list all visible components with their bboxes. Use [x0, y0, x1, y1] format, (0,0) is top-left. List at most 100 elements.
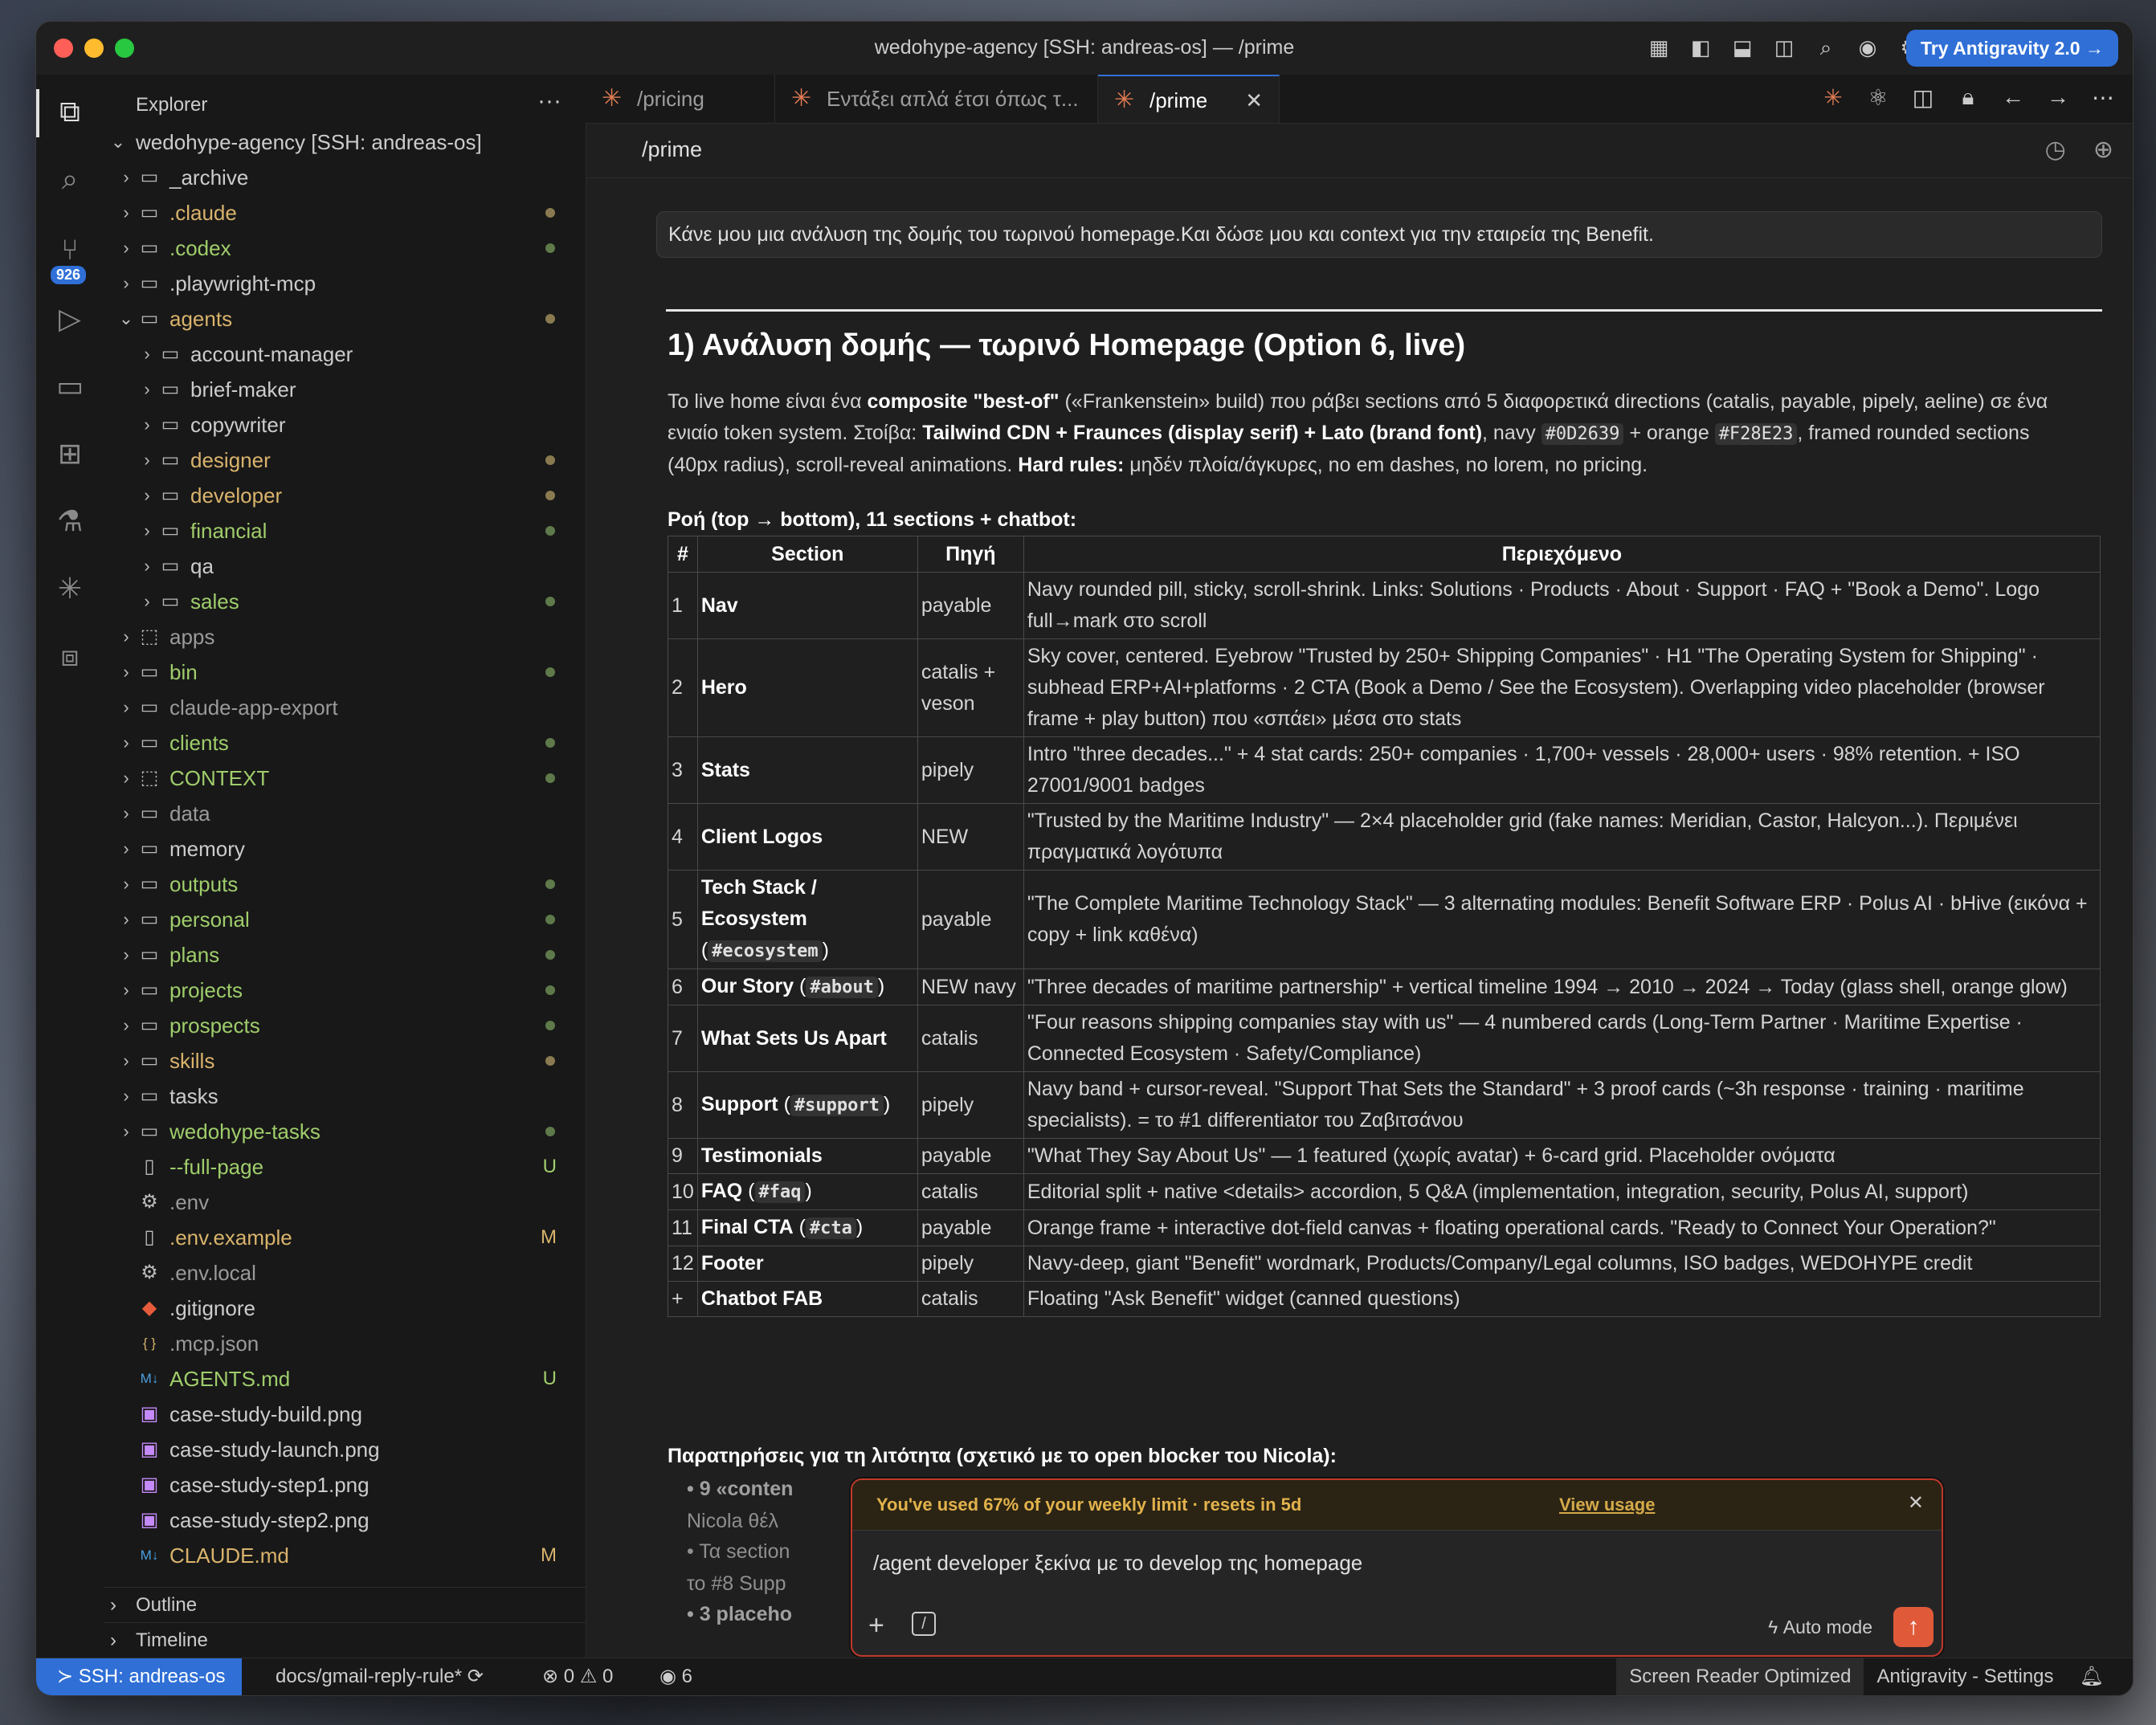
auto-mode-button[interactable]: ϟ Auto mode — [1768, 1617, 1872, 1638]
send-button[interactable]: ↑ — [1893, 1607, 1933, 1647]
explorer-sidebar: Explorer ··· ⌄ wedohype-agency [SSH: and… — [104, 75, 586, 1658]
tree-item[interactable]: ⚙ .env.local — [104, 1255, 586, 1291]
tree-item[interactable]: M↓ AGENTS.md U — [104, 1361, 586, 1397]
tree-item[interactable]: › ▭ prospects — [104, 1008, 586, 1043]
explorer-icon[interactable]: ⧉ — [52, 94, 88, 129]
settings-status[interactable]: Antigravity - Settings — [1864, 1658, 2066, 1695]
more-actions-icon[interactable]: ··· — [537, 88, 561, 115]
explorer-title: Explorer — [136, 94, 208, 116]
toggle-sidebar-icon[interactable]: ◧ — [1688, 35, 1713, 60]
slash-command-icon[interactable]: / — [912, 1612, 936, 1636]
tree-item[interactable]: › ▭ developer — [104, 478, 586, 513]
tree-item[interactable]: › ▭ designer — [104, 442, 586, 478]
tree-item[interactable]: › ▭ .claude — [104, 195, 586, 230]
tree-item[interactable]: ▣ case-study-build.png — [104, 1397, 586, 1432]
tree-item[interactable]: › ▭ sales — [104, 584, 586, 619]
tree-item[interactable]: › ▭ account-manager — [104, 336, 586, 372]
chat-input[interactable]: /agent developer ξεκίνα με το develop τη… — [852, 1530, 1942, 1601]
tree-item[interactable]: › ▭ brief-maker — [104, 372, 586, 407]
tree-item[interactable]: › ⬚ apps — [104, 619, 586, 655]
tree-item[interactable]: ⚙ .env — [104, 1185, 586, 1220]
claude-icon[interactable]: ✳ — [1819, 84, 1847, 111]
tree-item[interactable]: ▯ .env.example M — [104, 1220, 586, 1255]
tree-item[interactable]: ▣ case-study-step1.png — [104, 1467, 586, 1503]
testing-icon[interactable]: ⚗ — [52, 504, 88, 539]
split-editor-icon[interactable]: ◫ — [1909, 84, 1937, 111]
tree-item[interactable]: › ▭ data — [104, 796, 586, 831]
tree-item[interactable]: › ▭ tasks — [104, 1079, 586, 1114]
bell-icon[interactable]: 🔔︎ — [2067, 1658, 2117, 1695]
tree-item[interactable]: › ▭ personal — [104, 902, 586, 937]
timeline-section[interactable]: › Timeline — [104, 1622, 586, 1658]
table-row: 10 FAQ (#faq) catalis Editorial split + nat… — [668, 1173, 2101, 1210]
chrome-icon[interactable]: ◉ — [1855, 35, 1880, 60]
toggle-panel-icon[interactable]: ⬓ — [1729, 35, 1755, 60]
row-section: Client Logos — [696, 803, 918, 871]
tree-item[interactable]: › ▭ .playwright-mcp — [104, 266, 586, 301]
search-icon[interactable]: ⌕ — [1813, 35, 1839, 60]
tree-item[interactable]: ▣ case-study-launch.png — [104, 1432, 586, 1467]
tab-conversation[interactable]: ✳ Εντάξει απλά έτσι όπως τ... — [775, 75, 1098, 123]
lock-icon[interactable]: 🔒︎ — [1954, 84, 1982, 111]
view-usage-link[interactable]: View usage — [1559, 1495, 1655, 1515]
tree-item[interactable]: › ▭ _archive — [104, 160, 586, 195]
tab-pricing[interactable]: ✳ /pricing — [586, 75, 775, 123]
tab-prime[interactable]: ✳ /prime ✕ — [1098, 75, 1280, 123]
tree-item[interactable]: › ▭ plans — [104, 937, 586, 973]
tree-item[interactable]: ◆ .gitignore — [104, 1291, 586, 1326]
section-heading: 1) Ανάλυση δομής — τωρινό Homepage (Opti… — [668, 328, 1466, 362]
tree-item[interactable]: › ⬚ CONTEXT — [104, 761, 586, 796]
close-icon[interactable]: ✕ — [1908, 1491, 1924, 1515]
git-branch[interactable]: docs/gmail-reply-rule* ⟳ — [276, 1658, 484, 1695]
row-number: 3 — [668, 736, 698, 804]
remote-explorer-icon[interactable]: ▭ — [52, 369, 88, 404]
more-icon[interactable]: ⋯ — [2089, 84, 2117, 111]
claude-icon[interactable]: ✳ — [52, 571, 88, 606]
toggle-secondary-sidebar-icon[interactable]: ◫ — [1771, 35, 1797, 60]
problems-indicator[interactable]: ⊗ 0 ⚠ 0 — [542, 1658, 613, 1695]
new-chat-icon[interactable]: ⊕ — [2093, 136, 2113, 164]
tree-item[interactable]: › ▭ copywriter — [104, 407, 586, 442]
tree-item[interactable]: › ▭ qa — [104, 548, 586, 584]
tree-item[interactable]: M↓ CLAUDE.md M — [104, 1538, 586, 1573]
try-antigravity-button[interactable]: Try Antigravity 2.0 → — [1906, 30, 2118, 67]
tab-actions: ✳ ⚛ ◫ 🔒︎ ← → ⋯ — [1819, 84, 2117, 111]
forward-arrow-icon[interactable]: → — [2044, 84, 2072, 111]
openai-icon[interactable]: ⚛ — [1864, 84, 1892, 111]
tree-item[interactable]: ▣ case-study-step2.png — [104, 1503, 586, 1538]
folder-icon: ▭ — [140, 979, 159, 1001]
tree-item[interactable]: › ▭ bin — [104, 655, 586, 690]
run-debug-icon[interactable]: ▷ — [52, 301, 88, 336]
tree-item-label: bin — [169, 660, 198, 684]
tree-item[interactable]: › ▭ wedohype-tasks — [104, 1114, 586, 1149]
tree-item[interactable]: › ▭ memory — [104, 831, 586, 867]
plus-icon[interactable]: + — [868, 1610, 884, 1641]
outline-section[interactable]: › Outline — [104, 1587, 586, 1623]
extensions-icon[interactable]: ⊞ — [52, 436, 88, 471]
search-icon[interactable]: ⌕ — [52, 161, 88, 197]
tree-item[interactable]: › ▭ .codex — [104, 230, 586, 266]
tree-root[interactable]: ⌄ wedohype-agency [SSH: andreas-os] — [104, 124, 586, 160]
tree-item[interactable]: › ▭ claude-app-export — [104, 690, 586, 725]
row-section: Tech Stack / Ecosystem (#ecosystem) — [696, 870, 918, 969]
remote-indicator[interactable]: ≻ SSH: andreas-os — [36, 1658, 242, 1695]
back-arrow-icon[interactable]: ← — [1999, 84, 2027, 111]
source-control-icon[interactable]: ⑂ — [52, 232, 88, 267]
close-icon[interactable]: ✕ — [1245, 76, 1263, 124]
screen-reader-status[interactable]: Screen Reader Optimized — [1616, 1658, 1864, 1695]
image-icon: ▣ — [140, 1438, 159, 1460]
row-source: payable — [917, 1138, 1024, 1174]
tree-item[interactable]: › ▭ financial — [104, 513, 586, 548]
ports-indicator[interactable]: ◉ 6 — [659, 1658, 692, 1695]
tree-item[interactable]: › ▭ outputs — [104, 867, 586, 902]
tree-item[interactable]: { } .mcp.json — [104, 1326, 586, 1361]
tree-item[interactable]: › ▭ clients — [104, 725, 586, 761]
tree-item[interactable]: › ▭ skills — [104, 1043, 586, 1079]
tree-item[interactable]: › ▭ projects — [104, 973, 586, 1008]
folder-icon: ▭ — [140, 1050, 159, 1071]
layout-icon[interactable]: ▦ — [1646, 35, 1672, 60]
diagram-icon[interactable]: ⧈ — [52, 638, 88, 674]
history-icon[interactable]: ◷ — [2045, 136, 2066, 164]
tree-item[interactable]: ▯ --full-page U — [104, 1149, 586, 1185]
tree-item[interactable]: ⌄ ▭ agents — [104, 301, 586, 336]
